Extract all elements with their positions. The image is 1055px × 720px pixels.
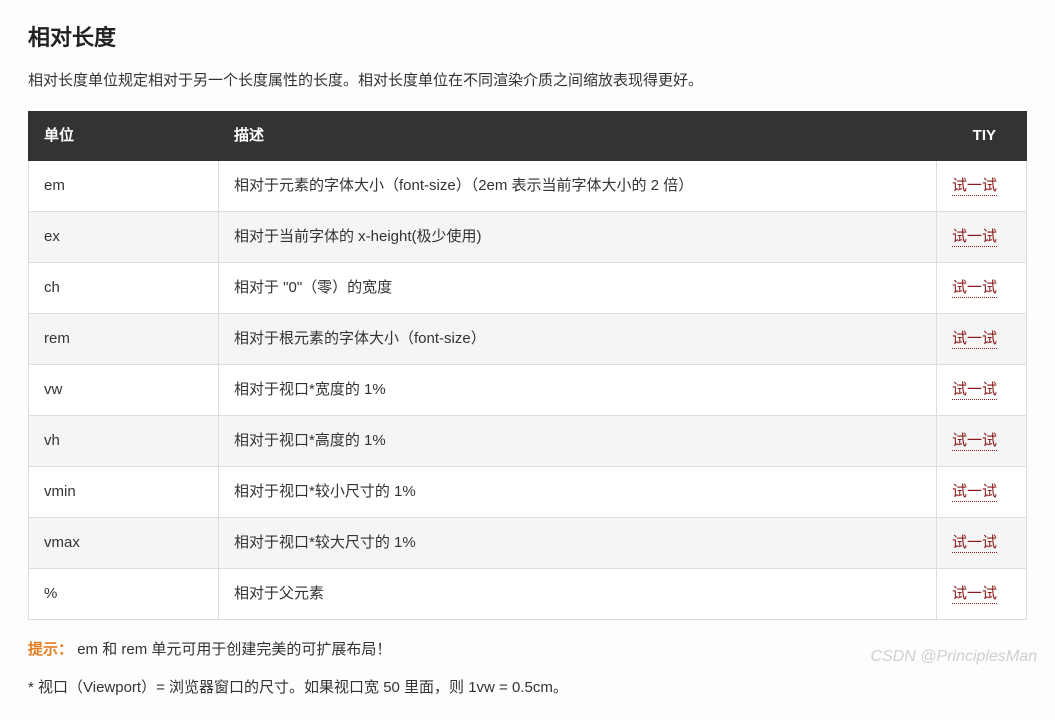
table-row: vh 相对于视口*高度的 1% 试一试	[29, 416, 1027, 467]
try-link[interactable]: 试一试	[952, 483, 997, 502]
unit-cell: vw	[29, 365, 219, 416]
try-link[interactable]: 试一试	[952, 228, 997, 247]
tip-label: 提示：	[28, 641, 73, 658]
table-row: ex 相对于当前字体的 x-height(极少使用) 试一试	[29, 212, 1027, 263]
unit-cell: rem	[29, 314, 219, 365]
unit-cell: ex	[29, 212, 219, 263]
table-row: vmax 相对于视口*较大尺寸的 1% 试一试	[29, 518, 1027, 569]
try-link[interactable]: 试一试	[952, 585, 997, 604]
table-row: vw 相对于视口*宽度的 1% 试一试	[29, 365, 1027, 416]
unit-cell: vmax	[29, 518, 219, 569]
col-header-unit: 单位	[29, 112, 219, 161]
col-header-desc: 描述	[219, 112, 937, 161]
try-link[interactable]: 试一试	[952, 381, 997, 400]
table-row: em 相对于元素的字体大小（font-size）（2em 表示当前字体大小的 2…	[29, 161, 1027, 212]
unit-cell: ch	[29, 263, 219, 314]
intro-paragraph: 相对长度单位规定相对于另一个长度属性的长度。相对长度单位在不同渲染介质之间缩放表…	[28, 69, 1027, 93]
unit-cell: %	[29, 569, 219, 620]
try-link[interactable]: 试一试	[952, 330, 997, 349]
try-link[interactable]: 试一试	[952, 432, 997, 451]
try-link[interactable]: 试一试	[952, 177, 997, 196]
units-table: 单位 描述 TIY em 相对于元素的字体大小（font-size）（2em 表…	[28, 111, 1027, 620]
unit-cell: vh	[29, 416, 219, 467]
desc-cell: 相对于视口*宽度的 1%	[219, 365, 937, 416]
tip-paragraph: 提示： em 和 rem 单元可用于创建完美的可扩展布局！	[28, 638, 1027, 662]
desc-cell: 相对于视口*高度的 1%	[219, 416, 937, 467]
desc-cell: 相对于当前字体的 x-height(极少使用)	[219, 212, 937, 263]
col-header-tiy: TIY	[937, 112, 1027, 161]
unit-cell: em	[29, 161, 219, 212]
desc-cell: 相对于父元素	[219, 569, 937, 620]
table-row: % 相对于父元素 试一试	[29, 569, 1027, 620]
desc-cell: 相对于根元素的字体大小（font-size）	[219, 314, 937, 365]
table-row: rem 相对于根元素的字体大小（font-size） 试一试	[29, 314, 1027, 365]
page-heading: 相对长度	[28, 20, 1027, 55]
tip-text: em 和 rem 单元可用于创建完美的可扩展布局！	[77, 641, 391, 658]
desc-cell: 相对于视口*较小尺寸的 1%	[219, 467, 937, 518]
desc-cell: 相对于元素的字体大小（font-size）（2em 表示当前字体大小的 2 倍）	[219, 161, 937, 212]
try-link[interactable]: 试一试	[952, 279, 997, 298]
footnote: * 视口（Viewport）= 浏览器窗口的尺寸。如果视口宽 50 里面，则 1…	[28, 676, 1027, 700]
desc-cell: 相对于视口*较大尺寸的 1%	[219, 518, 937, 569]
try-link[interactable]: 试一试	[952, 534, 997, 553]
unit-cell: vmin	[29, 467, 219, 518]
desc-cell: 相对于 "0"（零）的宽度	[219, 263, 937, 314]
table-row: ch 相对于 "0"（零）的宽度 试一试	[29, 263, 1027, 314]
table-row: vmin 相对于视口*较小尺寸的 1% 试一试	[29, 467, 1027, 518]
